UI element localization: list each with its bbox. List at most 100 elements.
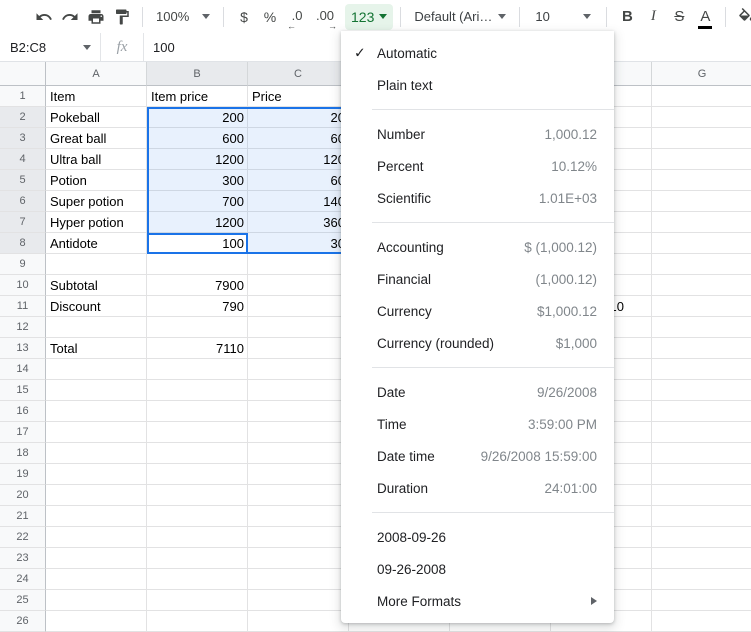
cell-B10[interactable]: 7900: [147, 275, 248, 296]
cell-C4[interactable]: 120: [248, 149, 349, 170]
menu-item-more-formats[interactable]: More Formats: [341, 585, 614, 617]
row-header-25[interactable]: 25: [0, 590, 46, 611]
column-header-G[interactable]: G: [652, 62, 751, 86]
cell-A6[interactable]: Super potion: [46, 191, 147, 212]
cell-A11[interactable]: Discount: [46, 296, 147, 317]
cell-B2[interactable]: 200: [147, 107, 248, 128]
menu-item-scientific[interactable]: Scientific1.01E+03: [341, 182, 614, 214]
menu-item-date[interactable]: Date9/26/2008: [341, 376, 614, 408]
cell-C3[interactable]: 60: [248, 128, 349, 149]
undo-button[interactable]: [32, 5, 56, 29]
menu-item-plain-text[interactable]: Plain text: [341, 69, 614, 101]
cell-C7[interactable]: 360: [248, 212, 349, 233]
cell-B1[interactable]: Item price: [147, 86, 248, 107]
row-header-20[interactable]: 20: [0, 485, 46, 506]
row-header-12[interactable]: 12: [0, 317, 46, 338]
row-header-13[interactable]: 13: [0, 338, 46, 359]
cell-B4[interactable]: 1200: [147, 149, 248, 170]
row-header-16[interactable]: 16: [0, 401, 46, 422]
row-header-22[interactable]: 22: [0, 527, 46, 548]
format-currency-button[interactable]: $: [232, 5, 256, 29]
format-example: $ (1,000.12): [524, 240, 597, 255]
column-header-C[interactable]: C: [248, 62, 349, 86]
cell-C5[interactable]: 60: [248, 170, 349, 191]
decrease-decimal-button[interactable]: .0 ←: [284, 5, 310, 29]
row-header-5[interactable]: 5: [0, 170, 46, 191]
strikethrough-button[interactable]: S: [667, 5, 691, 29]
menu-item-financial[interactable]: Financial(1,000.12): [341, 263, 614, 295]
column-header-A[interactable]: A: [46, 62, 147, 86]
cell-B11[interactable]: 790: [147, 296, 248, 317]
cell-C6[interactable]: 140: [248, 191, 349, 212]
menu-item-currency-rounded[interactable]: Currency (rounded)$1,000: [341, 327, 614, 359]
menu-item-duration[interactable]: Duration24:01:00: [341, 472, 614, 504]
cell-A2[interactable]: Pokeball: [46, 107, 147, 128]
menu-item-currency[interactable]: Currency$1,000.12: [341, 295, 614, 327]
row-header-3[interactable]: 3: [0, 128, 46, 149]
row-header-14[interactable]: 14: [0, 359, 46, 380]
cell-A8[interactable]: Antidote: [46, 233, 147, 254]
row-header-19[interactable]: 19: [0, 464, 46, 485]
italic-button[interactable]: I: [641, 5, 665, 29]
bold-button[interactable]: B: [615, 5, 639, 29]
row-header-9[interactable]: 9: [0, 254, 46, 275]
cell-A5[interactable]: Potion: [46, 170, 147, 191]
cell-A7[interactable]: Hyper potion: [46, 212, 147, 233]
font-select[interactable]: Default (Ari…: [414, 5, 506, 29]
menu-item-date-time[interactable]: Date time9/26/2008 15:59:00: [341, 440, 614, 472]
format-example: 9/26/2008 15:59:00: [481, 449, 597, 464]
row-header-18[interactable]: 18: [0, 443, 46, 464]
cell-A3[interactable]: Great ball: [46, 128, 147, 149]
text-color-button[interactable]: A: [693, 5, 717, 29]
cell-A10[interactable]: Subtotal: [46, 275, 147, 296]
menu-item-2008-09-26[interactable]: 2008-09-26: [341, 521, 614, 553]
row-header-24[interactable]: 24: [0, 569, 46, 590]
increase-decimal-button[interactable]: .00 →: [312, 5, 338, 29]
name-box[interactable]: B2:C8: [0, 33, 100, 61]
row-header-8[interactable]: 8: [0, 233, 46, 254]
row-header-26[interactable]: 26: [0, 611, 46, 632]
menu-item-time[interactable]: Time3:59:00 PM: [341, 408, 614, 440]
cell-C2[interactable]: 20: [248, 107, 349, 128]
paint-format-button[interactable]: [110, 5, 134, 29]
menu-item-number[interactable]: Number1,000.12: [341, 118, 614, 150]
menu-item-percent[interactable]: Percent10.12%: [341, 150, 614, 182]
color-swatch: [698, 26, 712, 29]
cell-A4[interactable]: Ultra ball: [46, 149, 147, 170]
chevron-down-icon: [379, 14, 387, 19]
row-header-21[interactable]: 21: [0, 506, 46, 527]
format-percent-button[interactable]: %: [258, 5, 282, 29]
cell-C1[interactable]: Price: [248, 86, 349, 107]
row-header-6[interactable]: 6: [0, 191, 46, 212]
menu-item-09-26-2008[interactable]: 09-26-2008: [341, 553, 614, 585]
redo-button[interactable]: [58, 5, 82, 29]
menu-item-automatic[interactable]: ✓Automatic: [341, 37, 614, 69]
menu-item-accounting[interactable]: Accounting$ (1,000.12): [341, 231, 614, 263]
column-header-B[interactable]: B: [147, 62, 248, 86]
cell-C8[interactable]: 30: [248, 233, 349, 254]
zoom-select[interactable]: 100%: [156, 5, 210, 29]
select-all-corner[interactable]: [0, 62, 46, 86]
more-formats-button[interactable]: 123: [345, 4, 393, 30]
cell-B6[interactable]: 700: [147, 191, 248, 212]
cell-A1[interactable]: Item: [46, 86, 147, 107]
row-header-17[interactable]: 17: [0, 422, 46, 443]
row-header-7[interactable]: 7: [0, 212, 46, 233]
row-header-15[interactable]: 15: [0, 380, 46, 401]
row-header-4[interactable]: 4: [0, 149, 46, 170]
formula-input[interactable]: 100: [153, 40, 175, 55]
cell-B5[interactable]: 300: [147, 170, 248, 191]
cell-B8[interactable]: 100: [147, 233, 248, 254]
row-header-2[interactable]: 2: [0, 107, 46, 128]
print-button[interactable]: [84, 5, 108, 29]
cell-B7[interactable]: 1200: [147, 212, 248, 233]
cell-B13[interactable]: 7110: [147, 338, 248, 359]
cell-A13[interactable]: Total: [46, 338, 147, 359]
cell-B3[interactable]: 600: [147, 128, 248, 149]
fill-color-button[interactable]: [734, 5, 751, 29]
row-header-10[interactable]: 10: [0, 275, 46, 296]
row-header-23[interactable]: 23: [0, 548, 46, 569]
row-header-11[interactable]: 11: [0, 296, 46, 317]
row-header-1[interactable]: 1: [0, 86, 46, 107]
font-size-select[interactable]: 10: [535, 5, 591, 29]
